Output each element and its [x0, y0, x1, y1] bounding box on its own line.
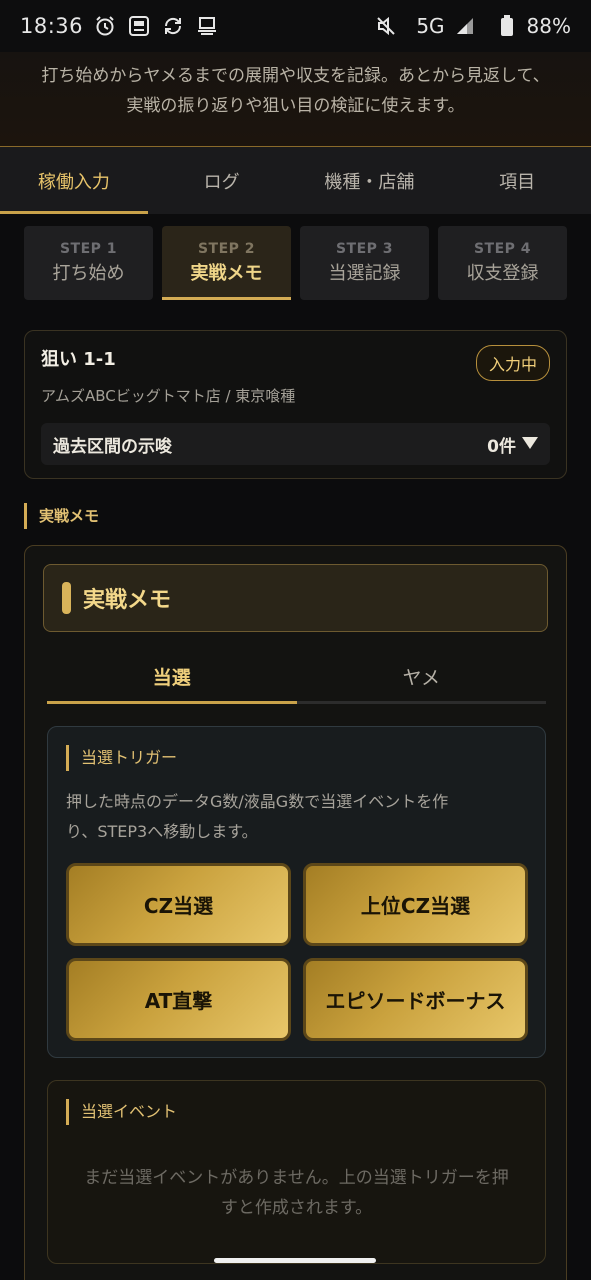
status-badge: 入力中 — [475, 345, 550, 381]
memo-header-accent — [62, 582, 71, 614]
app-icon — [127, 14, 151, 38]
trigger-label: 当選トリガー — [66, 745, 177, 771]
alarm-icon — [93, 14, 117, 38]
step-label: 実戦メモ — [190, 263, 263, 284]
step-label: 当選記録 — [328, 263, 401, 284]
step-number: STEP 4 — [473, 241, 532, 257]
battery-icon — [495, 14, 519, 38]
network-label: 5G — [416, 14, 445, 38]
event-box: 当選イベント まだ当選イベントがありません。上の当選トリガーを押 すと作成されま… — [47, 1080, 546, 1264]
memo-header: 実戦メモ — [43, 564, 548, 632]
mute-icon — [374, 14, 398, 38]
intro-line-1: 打ち始めからヤメるまでの展開や収支を記録。あとから見返して、 — [41, 66, 550, 86]
status-time: 18:36 — [20, 14, 84, 38]
battery-percent: 88% — [526, 14, 571, 38]
event-empty-line-1: まだ当選イベントがありません。上の当選トリガーを押 — [84, 1168, 509, 1188]
step-4[interactable]: STEP 4 収支登録 — [438, 226, 567, 300]
step-number: STEP 3 — [335, 241, 394, 257]
tab-machine-store[interactable]: 機種・店舗 — [296, 147, 444, 214]
step-number: STEP 2 — [197, 241, 256, 257]
tab-log[interactable]: ログ — [148, 147, 296, 214]
cast-icon — [195, 14, 219, 38]
memo-title: 実戦メモ — [83, 588, 172, 613]
upper-cz-win-button[interactable]: 上位CZ当選 — [303, 863, 528, 946]
step-number: STEP 1 — [59, 241, 118, 257]
intro-text: 打ち始めからヤメるまでの展開や収支を記録。あとから見返して、 実戦の振り返りや狙… — [0, 52, 591, 146]
past-hint-label: 過去区間の示唆 — [53, 436, 172, 457]
memo-subtabs: 当選 ヤメ — [47, 652, 546, 704]
trigger-desc-line-1: 押した時点のデータG数/液晶G数で当選イベントを作 — [66, 792, 449, 811]
cz-win-button[interactable]: CZ当選 — [66, 863, 291, 946]
home-indicator[interactable] — [214, 1258, 376, 1263]
session-card: 狙い 1-1 入力中 アムズABCビッグトマト店 / 東京喰種 過去区間の示唆 … — [24, 330, 567, 479]
trigger-box: 当選トリガー 押した時点のデータG数/液晶G数で当選イベントを作 り、STEP3… — [47, 726, 546, 1058]
trigger-buttons: CZ当選 上位CZ当選 AT直撃 エピソードボーナス — [66, 863, 528, 1041]
tab-input[interactable]: 稼働入力 — [0, 147, 148, 214]
at-direct-button[interactable]: AT直撃 — [66, 958, 291, 1041]
session-subtitle: アムズABCビッグトマト店 / 東京喰種 — [41, 387, 296, 405]
past-hint-toggle[interactable]: 過去区間の示唆 0件 — [41, 423, 550, 465]
section-label-memo: 実戦メモ — [24, 503, 99, 529]
step-nav: STEP 1 打ち始め STEP 2 実戦メモ STEP 3 当選記録 STEP… — [24, 226, 567, 300]
session-title: 狙い 1-1 — [41, 349, 116, 370]
step-label: 打ち始め — [52, 263, 125, 284]
caret-down-icon — [522, 434, 538, 454]
step-1[interactable]: STEP 1 打ち始め — [24, 226, 153, 300]
event-empty-line-2: すと作成されます。 — [220, 1198, 373, 1218]
memo-panel: 実戦メモ 当選 ヤメ 当選トリガー 押した時点のデータG数/液晶G数で当選イベン… — [24, 545, 567, 1280]
tab-items[interactable]: 項目 — [443, 147, 591, 214]
event-empty-message: まだ当選イベントがありません。上の当選トリガーを押 すと作成されます。 — [66, 1163, 527, 1223]
trigger-description: 押した時点のデータG数/液晶G数で当選イベントを作 り、STEP3へ移動します。 — [66, 787, 528, 847]
tab-win[interactable]: 当選 — [47, 652, 297, 704]
intro-line-2: 実戦の振り返りや狙い目の検証に使えます。 — [126, 96, 465, 116]
step-label: 収支登録 — [466, 263, 539, 284]
status-bar: 18:36 5G 88% — [0, 0, 591, 52]
past-hint-count-wrap: 0件 — [487, 432, 538, 457]
tab-quit[interactable]: ヤメ — [297, 652, 547, 701]
episode-bonus-button[interactable]: エピソードボーナス — [303, 958, 528, 1041]
step-3[interactable]: STEP 3 当選記録 — [300, 226, 429, 300]
sync-icon — [161, 14, 185, 38]
trigger-desc-line-2: り、STEP3へ移動します。 — [66, 822, 258, 841]
main-tabs: 稼働入力 ログ 機種・店舗 項目 — [0, 146, 591, 214]
signal-icon — [453, 14, 477, 38]
past-hint-count: 0件 — [487, 436, 516, 457]
event-label: 当選イベント — [66, 1099, 177, 1125]
step-2[interactable]: STEP 2 実戦メモ — [162, 226, 291, 300]
